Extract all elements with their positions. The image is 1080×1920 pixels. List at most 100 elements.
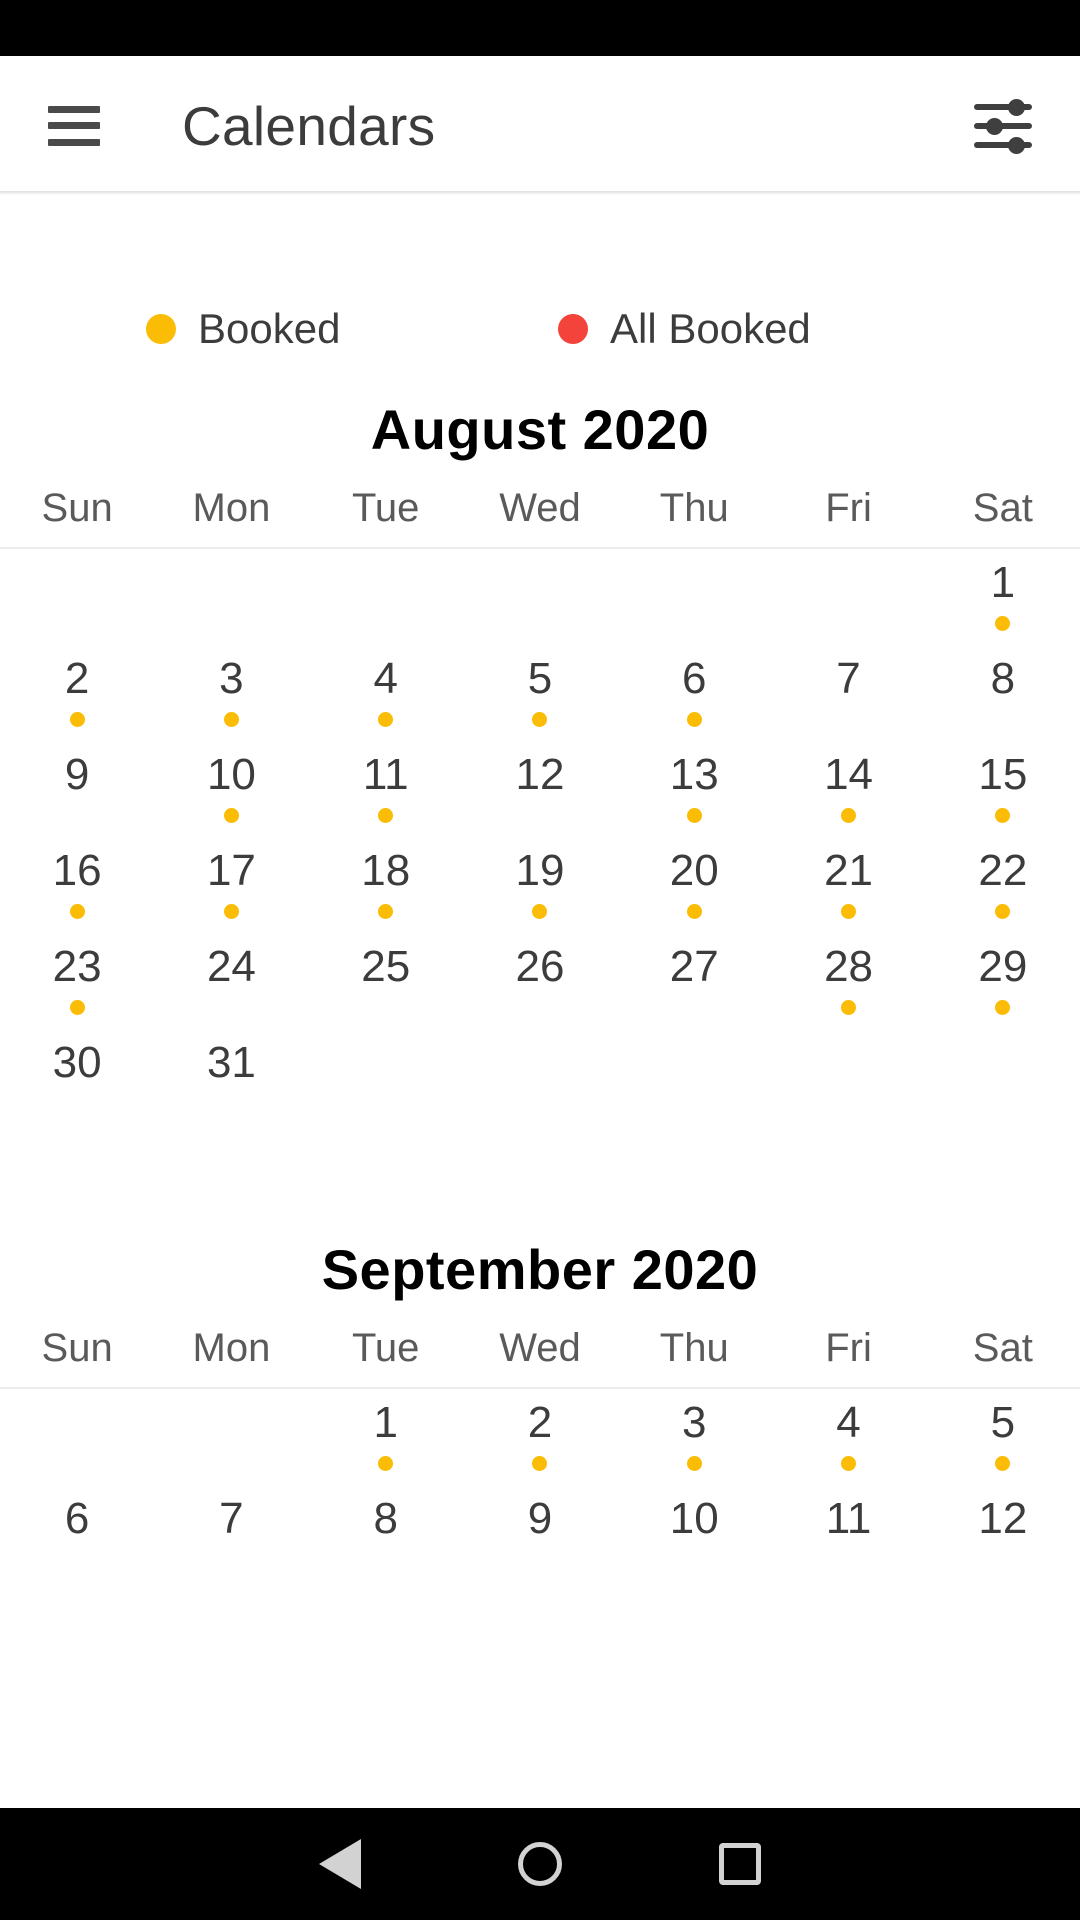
filter-knob: [1008, 98, 1025, 116]
day-cell[interactable]: 23: [0, 933, 154, 1029]
day-cell[interactable]: 12: [926, 1485, 1080, 1581]
day-cell[interactable]: 9: [463, 1485, 617, 1581]
day-number: 19: [515, 846, 565, 895]
nav-recents-button[interactable]: [640, 1843, 840, 1885]
day-cell[interactable]: 20: [617, 837, 771, 933]
day-cell-empty: [463, 1029, 617, 1125]
filter-sliders-icon[interactable]: [974, 98, 1032, 154]
weekday-label: Mon: [192, 486, 271, 530]
hamburger-line: [48, 105, 100, 113]
day-cell[interactable]: 13: [617, 741, 771, 837]
day-number: 6: [64, 1494, 90, 1543]
booked-dot: [686, 1456, 702, 1471]
booked-dot: [686, 712, 702, 727]
filter-knob: [1008, 136, 1025, 154]
legend-dot-red: [558, 314, 588, 344]
day-cell[interactable]: 8: [926, 645, 1080, 741]
day-cell[interactable]: 16: [0, 837, 154, 933]
day-number: 3: [219, 654, 244, 703]
day-cell[interactable]: 10: [154, 741, 308, 837]
booked-dot: [532, 904, 548, 919]
day-cell[interactable]: 9: [0, 741, 154, 837]
day-number: 17: [206, 846, 256, 895]
day-cell[interactable]: 24: [154, 933, 308, 1029]
back-triangle-icon: [319, 1839, 361, 1889]
day-cell[interactable]: 30: [0, 1029, 154, 1125]
booked-dot: [686, 808, 702, 823]
legend-item-all-booked: All Booked: [558, 305, 811, 353]
day-number: 6: [682, 654, 707, 703]
day-number: 30: [52, 1038, 102, 1087]
day-cell[interactable]: 5: [926, 1389, 1080, 1485]
day-number: 7: [219, 1494, 244, 1543]
nav-home-button[interactable]: [440, 1842, 640, 1886]
day-number: 14: [824, 750, 874, 799]
weekday-header-row: Sun Mon Tue Wed Thu Fri Sat: [0, 472, 1080, 549]
day-cell[interactable]: 15: [926, 741, 1080, 837]
day-cell[interactable]: 1: [926, 549, 1080, 645]
day-cell[interactable]: 2: [463, 1389, 617, 1485]
booked-dot: [378, 1456, 394, 1471]
booked-dot: [995, 808, 1011, 823]
legend-label: Booked: [198, 305, 341, 352]
calendar-scroll-area[interactable]: Booked All Booked August 2020 Sun Mon Tue We…: [0, 195, 1080, 1808]
day-cell[interactable]: 14: [771, 741, 925, 837]
month-block: August 2020 Sun Mon Tue Wed Thu Fri Sat 1 2 3 4 5 6 7 8…: [0, 397, 1080, 1125]
day-cell[interactable]: 5: [463, 645, 617, 741]
day-cell[interactable]: 7: [154, 1485, 308, 1581]
day-number: 26: [515, 942, 565, 991]
day-cell[interactable]: 2: [0, 645, 154, 741]
day-number: 3: [682, 1398, 707, 1447]
day-cell[interactable]: 11: [309, 741, 463, 837]
day-cell[interactable]: 8: [309, 1485, 463, 1581]
nav-back-button[interactable]: [240, 1839, 440, 1889]
day-cell[interactable]: 22: [926, 837, 1080, 933]
day-cell[interactable]: 7: [771, 645, 925, 741]
weekday-label: Fri: [825, 1326, 872, 1370]
day-cell[interactable]: 12: [463, 741, 617, 837]
booked-dot: [995, 616, 1011, 631]
day-cell[interactable]: 18: [309, 837, 463, 933]
day-number: 23: [52, 942, 102, 991]
legend-dot-yellow: [146, 314, 176, 344]
day-cell[interactable]: 26: [463, 933, 617, 1029]
day-cell[interactable]: 3: [617, 1389, 771, 1485]
booked-dot: [995, 1456, 1011, 1471]
day-cell[interactable]: 4: [771, 1389, 925, 1485]
hamburger-menu-icon[interactable]: [48, 105, 100, 146]
day-number: 20: [669, 846, 719, 895]
day-cell[interactable]: 29: [926, 933, 1080, 1029]
day-cell[interactable]: 19: [463, 837, 617, 933]
day-number: 12: [978, 1494, 1028, 1543]
day-cell[interactable]: 10: [617, 1485, 771, 1581]
day-cell[interactable]: 27: [617, 933, 771, 1029]
booked-dot: [69, 1000, 85, 1015]
day-cell[interactable]: 3: [154, 645, 308, 741]
day-number: 31: [206, 1038, 256, 1087]
booked-dot: [841, 1000, 857, 1015]
android-status-bar: [0, 0, 1080, 56]
hamburger-line: [48, 122, 100, 129]
day-cell[interactable]: 28: [771, 933, 925, 1029]
day-cell[interactable]: 4: [309, 645, 463, 741]
day-number: 5: [527, 654, 553, 703]
booked-dot: [841, 808, 857, 823]
day-cell[interactable]: 25: [309, 933, 463, 1029]
day-cell[interactable]: 6: [617, 645, 771, 741]
day-cell[interactable]: 17: [154, 837, 308, 933]
day-cell-empty: [309, 1029, 463, 1125]
day-number: 2: [64, 654, 90, 703]
booked-dot: [69, 712, 85, 727]
day-cell[interactable]: 6: [0, 1485, 154, 1581]
day-cell[interactable]: 31: [154, 1029, 308, 1125]
day-cell[interactable]: 1: [309, 1389, 463, 1485]
hamburger-line: [48, 138, 100, 146]
week-row: 9 10 11 12 13 14 15: [0, 741, 1080, 837]
day-cell-empty: [0, 1389, 154, 1485]
legend-label: All Booked: [610, 305, 811, 352]
day-cell[interactable]: 21: [771, 837, 925, 933]
recents-square-icon: [719, 1843, 761, 1885]
day-cell[interactable]: 11: [771, 1485, 925, 1581]
weekday-label: Fri: [825, 486, 872, 530]
booked-dot: [995, 904, 1011, 919]
